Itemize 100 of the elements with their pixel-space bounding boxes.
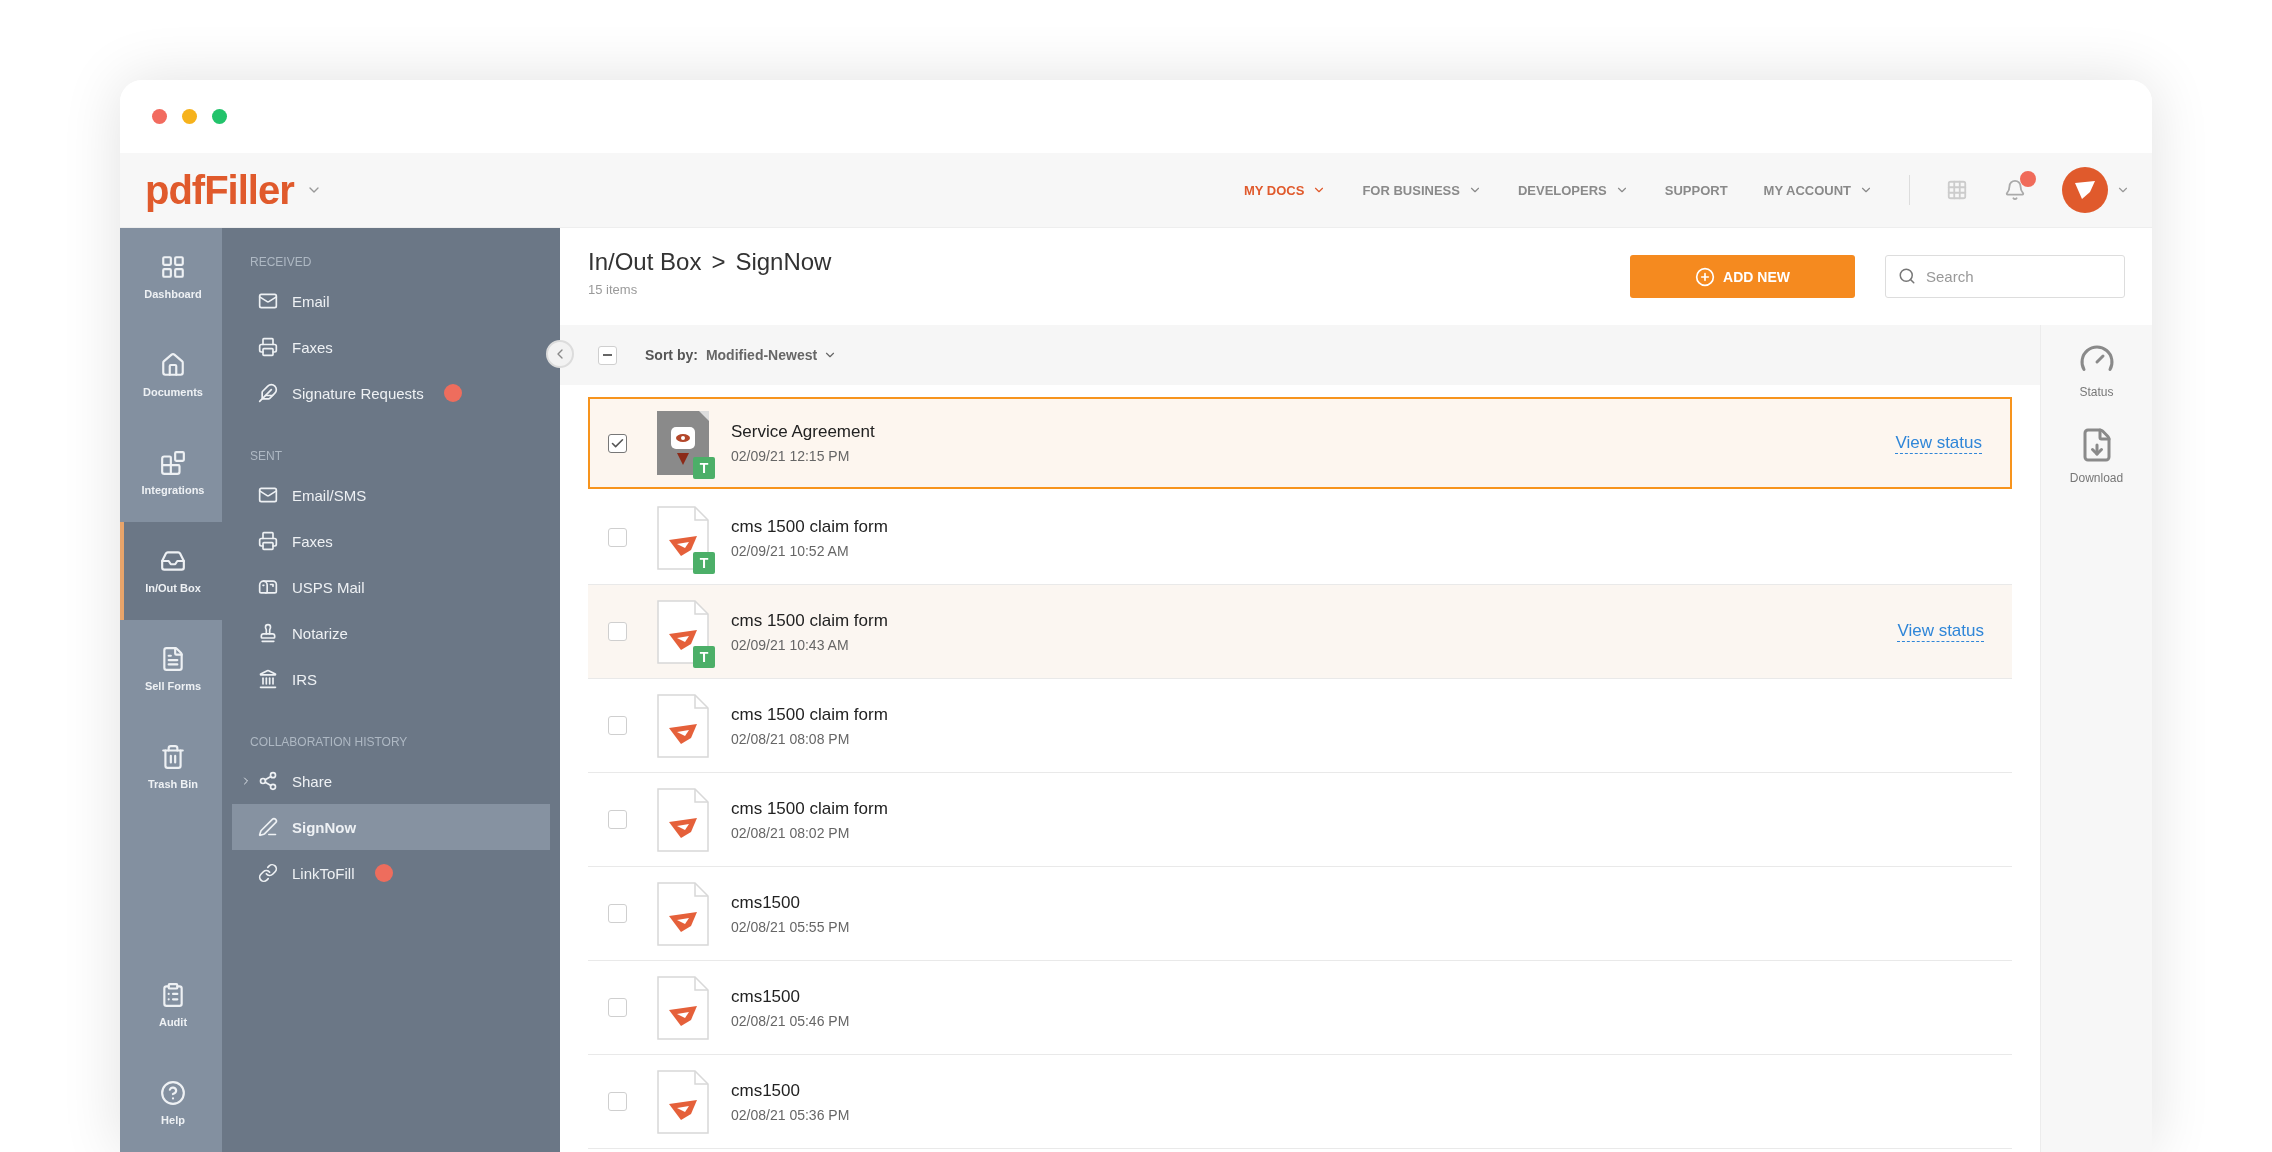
minimize-button[interactable] — [182, 109, 197, 124]
nav-link[interactable]: MY ACCOUNT — [1763, 182, 1873, 198]
plus-icon — [1695, 266, 1716, 287]
document-icon — [160, 646, 186, 672]
sort-dropdown[interactable]: Modified-Newest — [705, 347, 838, 363]
blocks-icon — [160, 450, 186, 476]
rail-item[interactable]: Trash Bin — [120, 718, 222, 816]
account-menu-button[interactable] — [2062, 167, 2130, 213]
panel-action-button[interactable]: Download — [2065, 423, 2128, 489]
rail-item[interactable]: Audit — [120, 956, 222, 1054]
pdf-file-icon — [657, 693, 709, 758]
sidebar-item[interactable]: Notarize — [232, 610, 550, 656]
checkbox[interactable] — [608, 433, 627, 453]
inbox-icon — [160, 548, 186, 574]
section-title: SENT — [249, 448, 283, 465]
pdf-file-icon — [657, 505, 709, 570]
grid-icon — [1946, 179, 1968, 201]
sidebar-item[interactable]: Email — [232, 278, 550, 324]
document-name: cms1500 — [731, 1080, 801, 1101]
sidebar-item[interactable]: Faxes — [232, 324, 550, 370]
close-button[interactable] — [152, 109, 167, 124]
pdf-file-icon — [657, 1069, 709, 1134]
logo[interactable]: pdfFiller — [145, 167, 294, 213]
rail-item[interactable]: Sell Forms — [120, 620, 222, 718]
document-date: 02/09/21 12:15 PM — [731, 448, 851, 464]
pdf-file-icon — [657, 599, 709, 664]
mail-icon — [258, 485, 278, 505]
document-name: cms 1500 claim form — [731, 704, 888, 725]
logo-mark-icon — [2074, 180, 2096, 200]
rail-item[interactable]: In/Out Box — [120, 522, 222, 620]
help-icon — [160, 1080, 186, 1106]
house-icon — [160, 352, 186, 378]
add-new-button[interactable]: ADD NEW — [1630, 255, 1855, 298]
section-title: RECEIVED — [249, 254, 313, 271]
breadcrumb-item: SignNow — [735, 248, 832, 276]
view-status-link[interactable]: View status — [1897, 621, 1984, 642]
item-count: 15 items — [588, 282, 639, 297]
tag-badge: T — [693, 645, 715, 668]
rail-item[interactable]: Help — [120, 1054, 222, 1152]
nav-link[interactable]: MY DOCS — [1243, 182, 1327, 198]
nav-link[interactable]: FOR BUSINESS — [1362, 182, 1482, 198]
breadcrumb-separator: > — [711, 248, 726, 276]
document-date: 02/08/21 05:55 PM — [731, 918, 850, 935]
document-row[interactable]: T cms 1500 claim form 02/09/21 10:43 AM View status — [588, 585, 2012, 679]
nav-link[interactable]: SUPPORT — [1664, 182, 1728, 198]
printer-icon — [258, 531, 278, 551]
document-name: cms 1500 claim form — [731, 610, 888, 631]
sidebar-item[interactable]: SignNow — [232, 804, 550, 850]
tag-badge: T — [693, 551, 715, 574]
notification-dot — [2020, 171, 2036, 187]
sidebar-item[interactable]: IRS — [232, 656, 550, 702]
search-icon — [1898, 267, 1916, 285]
document-date: 02/09/21 10:43 AM — [731, 636, 850, 653]
grid-icon — [160, 254, 186, 280]
document-name: cms 1500 claim form — [731, 516, 888, 537]
panel-action-button[interactable]: Status — [2074, 337, 2119, 403]
notification-dot — [443, 384, 462, 402]
select-all-checkbox[interactable] — [598, 345, 617, 365]
search-field[interactable]: Search — [1885, 255, 2125, 298]
breadcrumb-item[interactable]: In/Out Box — [588, 248, 702, 276]
mail-icon — [258, 291, 278, 311]
sidebar-item[interactable]: USPS Mail — [232, 564, 550, 610]
sidebar-item[interactable]: LinkToFill — [232, 850, 550, 896]
sidebar-item[interactable]: Share — [232, 758, 550, 804]
collapse-button[interactable] — [546, 340, 574, 368]
landmark-icon — [258, 669, 278, 689]
rail-item[interactable]: Documents — [120, 326, 222, 424]
document-name: cms 1500 claim form — [731, 798, 888, 819]
document-row[interactable]: T Service Agreement 02/09/21 12:15 PM View status — [588, 397, 2012, 489]
mailbox-icon — [258, 577, 278, 597]
document-date: 02/08/21 05:46 PM — [731, 1012, 850, 1029]
sidebar-item[interactable]: Signature Requests — [232, 370, 550, 416]
sort-label: Sort by: — [645, 347, 698, 363]
notification-dot — [374, 864, 393, 882]
feather-icon — [258, 383, 278, 403]
notifications-button[interactable] — [2004, 179, 2026, 201]
zoom-button[interactable] — [212, 109, 227, 124]
sidebar-item[interactable]: Email/SMS — [232, 472, 550, 518]
apps-button[interactable] — [1946, 179, 1968, 201]
rail-item[interactable]: Dashboard — [120, 228, 222, 326]
tag-badge: T — [693, 457, 715, 479]
document-date: 02/08/21 05:36 PM — [731, 1106, 850, 1123]
view-status-link[interactable]: View status — [1895, 432, 1982, 454]
document-name: cms1500 — [731, 986, 801, 1007]
document-date: 02/08/21 08:08 PM — [731, 730, 851, 747]
pdf-file-icon — [657, 881, 709, 946]
trash-icon — [160, 744, 186, 770]
clipboard-icon — [160, 982, 186, 1008]
bell-icon — [2004, 179, 2026, 201]
pen-icon — [258, 817, 278, 837]
stamp-icon — [258, 623, 278, 643]
section-title: COLLABORATION HISTORY — [249, 734, 409, 751]
pdf-file-icon — [657, 787, 709, 852]
link-icon — [258, 863, 278, 883]
document-date: 02/08/21 08:02 PM — [731, 824, 851, 841]
sidebar-item[interactable]: Faxes — [232, 518, 550, 564]
nav-link[interactable]: DEVELOPERS — [1517, 182, 1629, 198]
share-icon — [258, 771, 278, 791]
rail-item[interactable]: Integrations — [120, 424, 222, 522]
document-name: Service Agreement — [731, 422, 875, 442]
